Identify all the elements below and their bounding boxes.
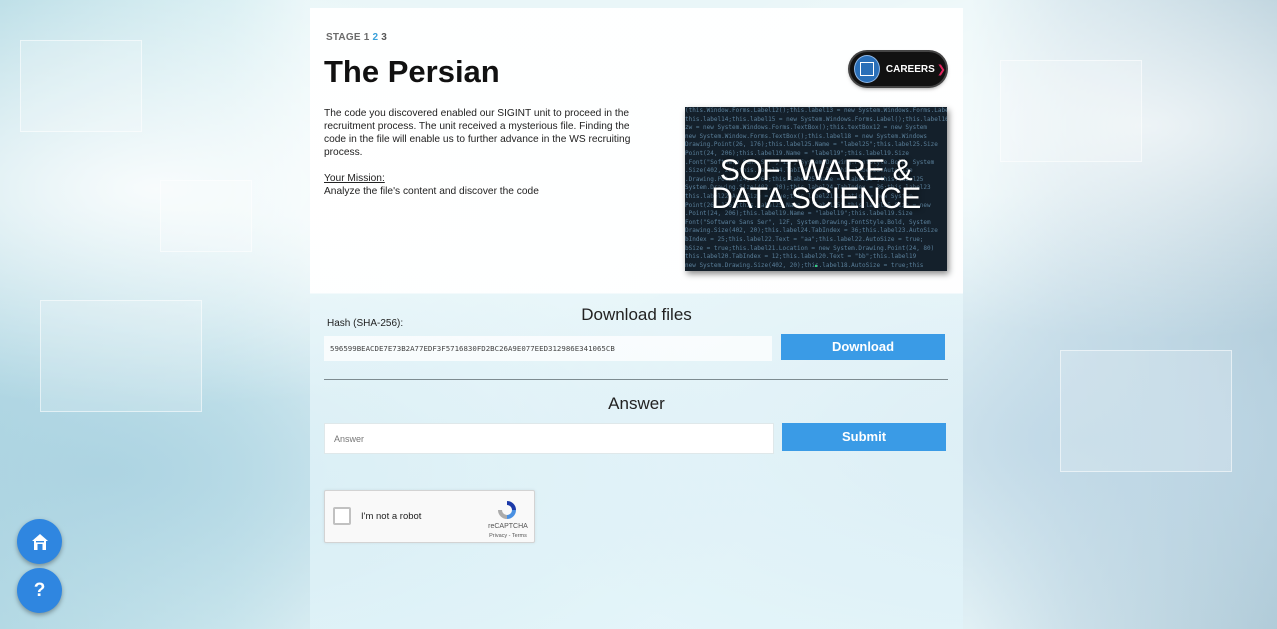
home-button[interactable] [17,519,62,564]
stage-1: 1 [363,32,370,43]
promo-image: (this.Window.Forms.Label12();this.label1… [685,107,947,271]
download-button[interactable]: Download [781,334,945,360]
careers-logo-icon [854,55,880,83]
promo-line-2: DATA SCIENCE [711,182,921,215]
answer-input[interactable] [324,423,774,454]
submit-button[interactable]: Submit [782,423,946,451]
recaptcha-checkbox[interactable] [333,507,351,525]
intro-paragraph: The code you discovered enabled our SIGI… [324,108,631,158]
background-tile [40,300,202,412]
recaptcha-label: I'm not a robot [361,511,422,522]
recaptcha-brand: reCAPTCHA [488,523,528,530]
promo-line-1: SOFTWARE & [719,154,913,187]
background-tile [20,40,142,132]
section-divider [324,379,948,380]
promo-headline: SOFTWARE & DATA SCIENCE [685,154,947,215]
careers-badge[interactable]: CAREERS ❯ [850,52,946,86]
help-button[interactable]: ? [17,568,62,613]
chevron-right-icon: ❯ [936,63,946,76]
stage-2: 2 [372,32,379,43]
challenge-panel: STAGE 1 2 3 The Persian CAREERS ❯ The co… [310,8,963,629]
question-icon: ? [33,579,46,601]
stage-3: 3 [381,32,387,43]
home-icon [31,533,48,550]
careers-label: CAREERS [885,63,935,75]
stage-prefix: STAGE [326,32,361,43]
background-tile [1060,350,1232,472]
recaptcha-logo-icon [498,501,516,519]
download-section-title: Download files [581,305,692,324]
power-led [815,265,817,267]
background-tile [160,180,252,252]
mission-label: Your Mission: [324,173,385,184]
background-tile [1000,60,1142,162]
recaptcha-widget: I'm not a robot reCAPTCHA Privacy - Term… [324,490,535,543]
intro-text: The code you discovered enabled our SIGI… [324,107,644,198]
recaptcha-terms-link[interactable]: Privacy - Terms [483,533,533,539]
stage-indicator: STAGE 1 2 3 [326,32,387,43]
hash-label: Hash (SHA-256): [327,318,404,329]
page-title: The Persian [324,54,500,89]
hash-value[interactable]: 596599BEACDE7E73B2A77EDF3F5716830FD2BC26… [324,336,772,361]
answer-section-title: Answer [608,394,665,413]
mission-text: Analyze the file's content and discover … [324,186,539,197]
